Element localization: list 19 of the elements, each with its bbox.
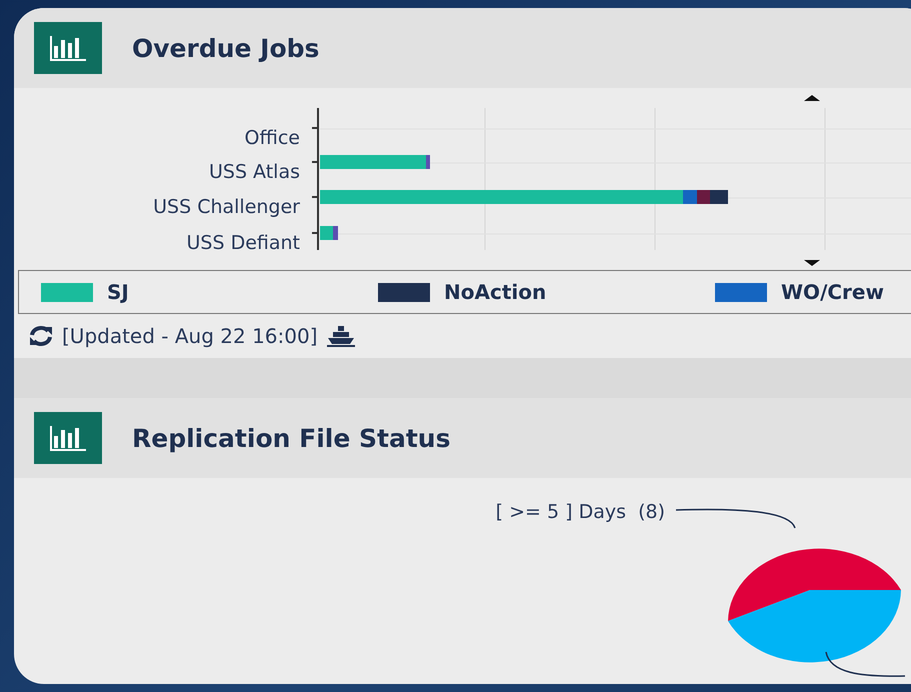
panel-title: Overdue Jobs [132, 34, 320, 62]
scroll-up-icon[interactable] [804, 95, 820, 101]
bar-segment [710, 190, 728, 204]
legend-label: WO/Crew [781, 280, 884, 304]
category-label: USS Atlas [208, 161, 300, 183]
category-label: USS Challenger [153, 196, 300, 218]
ship-icon [326, 324, 356, 348]
bar-segment [697, 190, 710, 204]
scroll-down-icon[interactable] [804, 260, 820, 266]
refresh-icon[interactable] [28, 325, 54, 347]
category-label: USS Defiant [186, 232, 300, 254]
legend-label: SJ [107, 280, 129, 304]
panel-title: Replication File Status [132, 424, 450, 452]
slice-label: [ >= 5 ] Days (8) [496, 501, 665, 523]
category-label: Office [244, 127, 300, 149]
bar-chart-icon [34, 22, 102, 74]
updated-timestamp: [Updated - Aug 22 16:00] [62, 324, 318, 348]
legend-label: NoAction [444, 280, 546, 304]
bar-chart-icon [34, 412, 102, 464]
